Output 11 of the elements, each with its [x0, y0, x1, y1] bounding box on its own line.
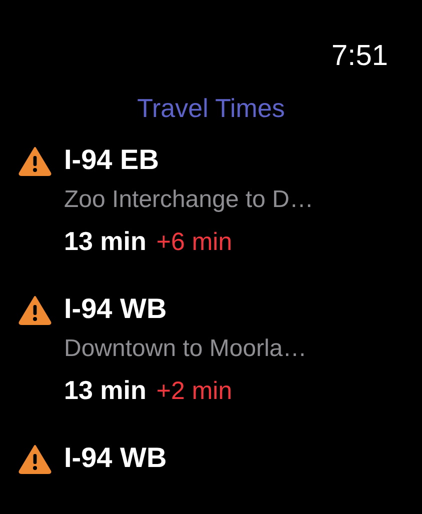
route-description: Zoo Interchange to D… — [64, 185, 314, 215]
clock-time: 7:51 — [332, 39, 388, 74]
route-description: Downtown to Moorla… — [64, 334, 308, 364]
route-name: I-94 WB — [64, 441, 168, 475]
route-name: I-94 EB — [64, 143, 160, 177]
delay-time: +6 min — [156, 227, 232, 258]
screen-title: Travel Times — [136, 92, 286, 125]
travel-time: 13 min — [64, 225, 146, 258]
travel-time: 13 min — [64, 374, 146, 407]
delay-time: +2 min — [156, 376, 232, 407]
route-name: I-94 WB — [64, 292, 168, 326]
